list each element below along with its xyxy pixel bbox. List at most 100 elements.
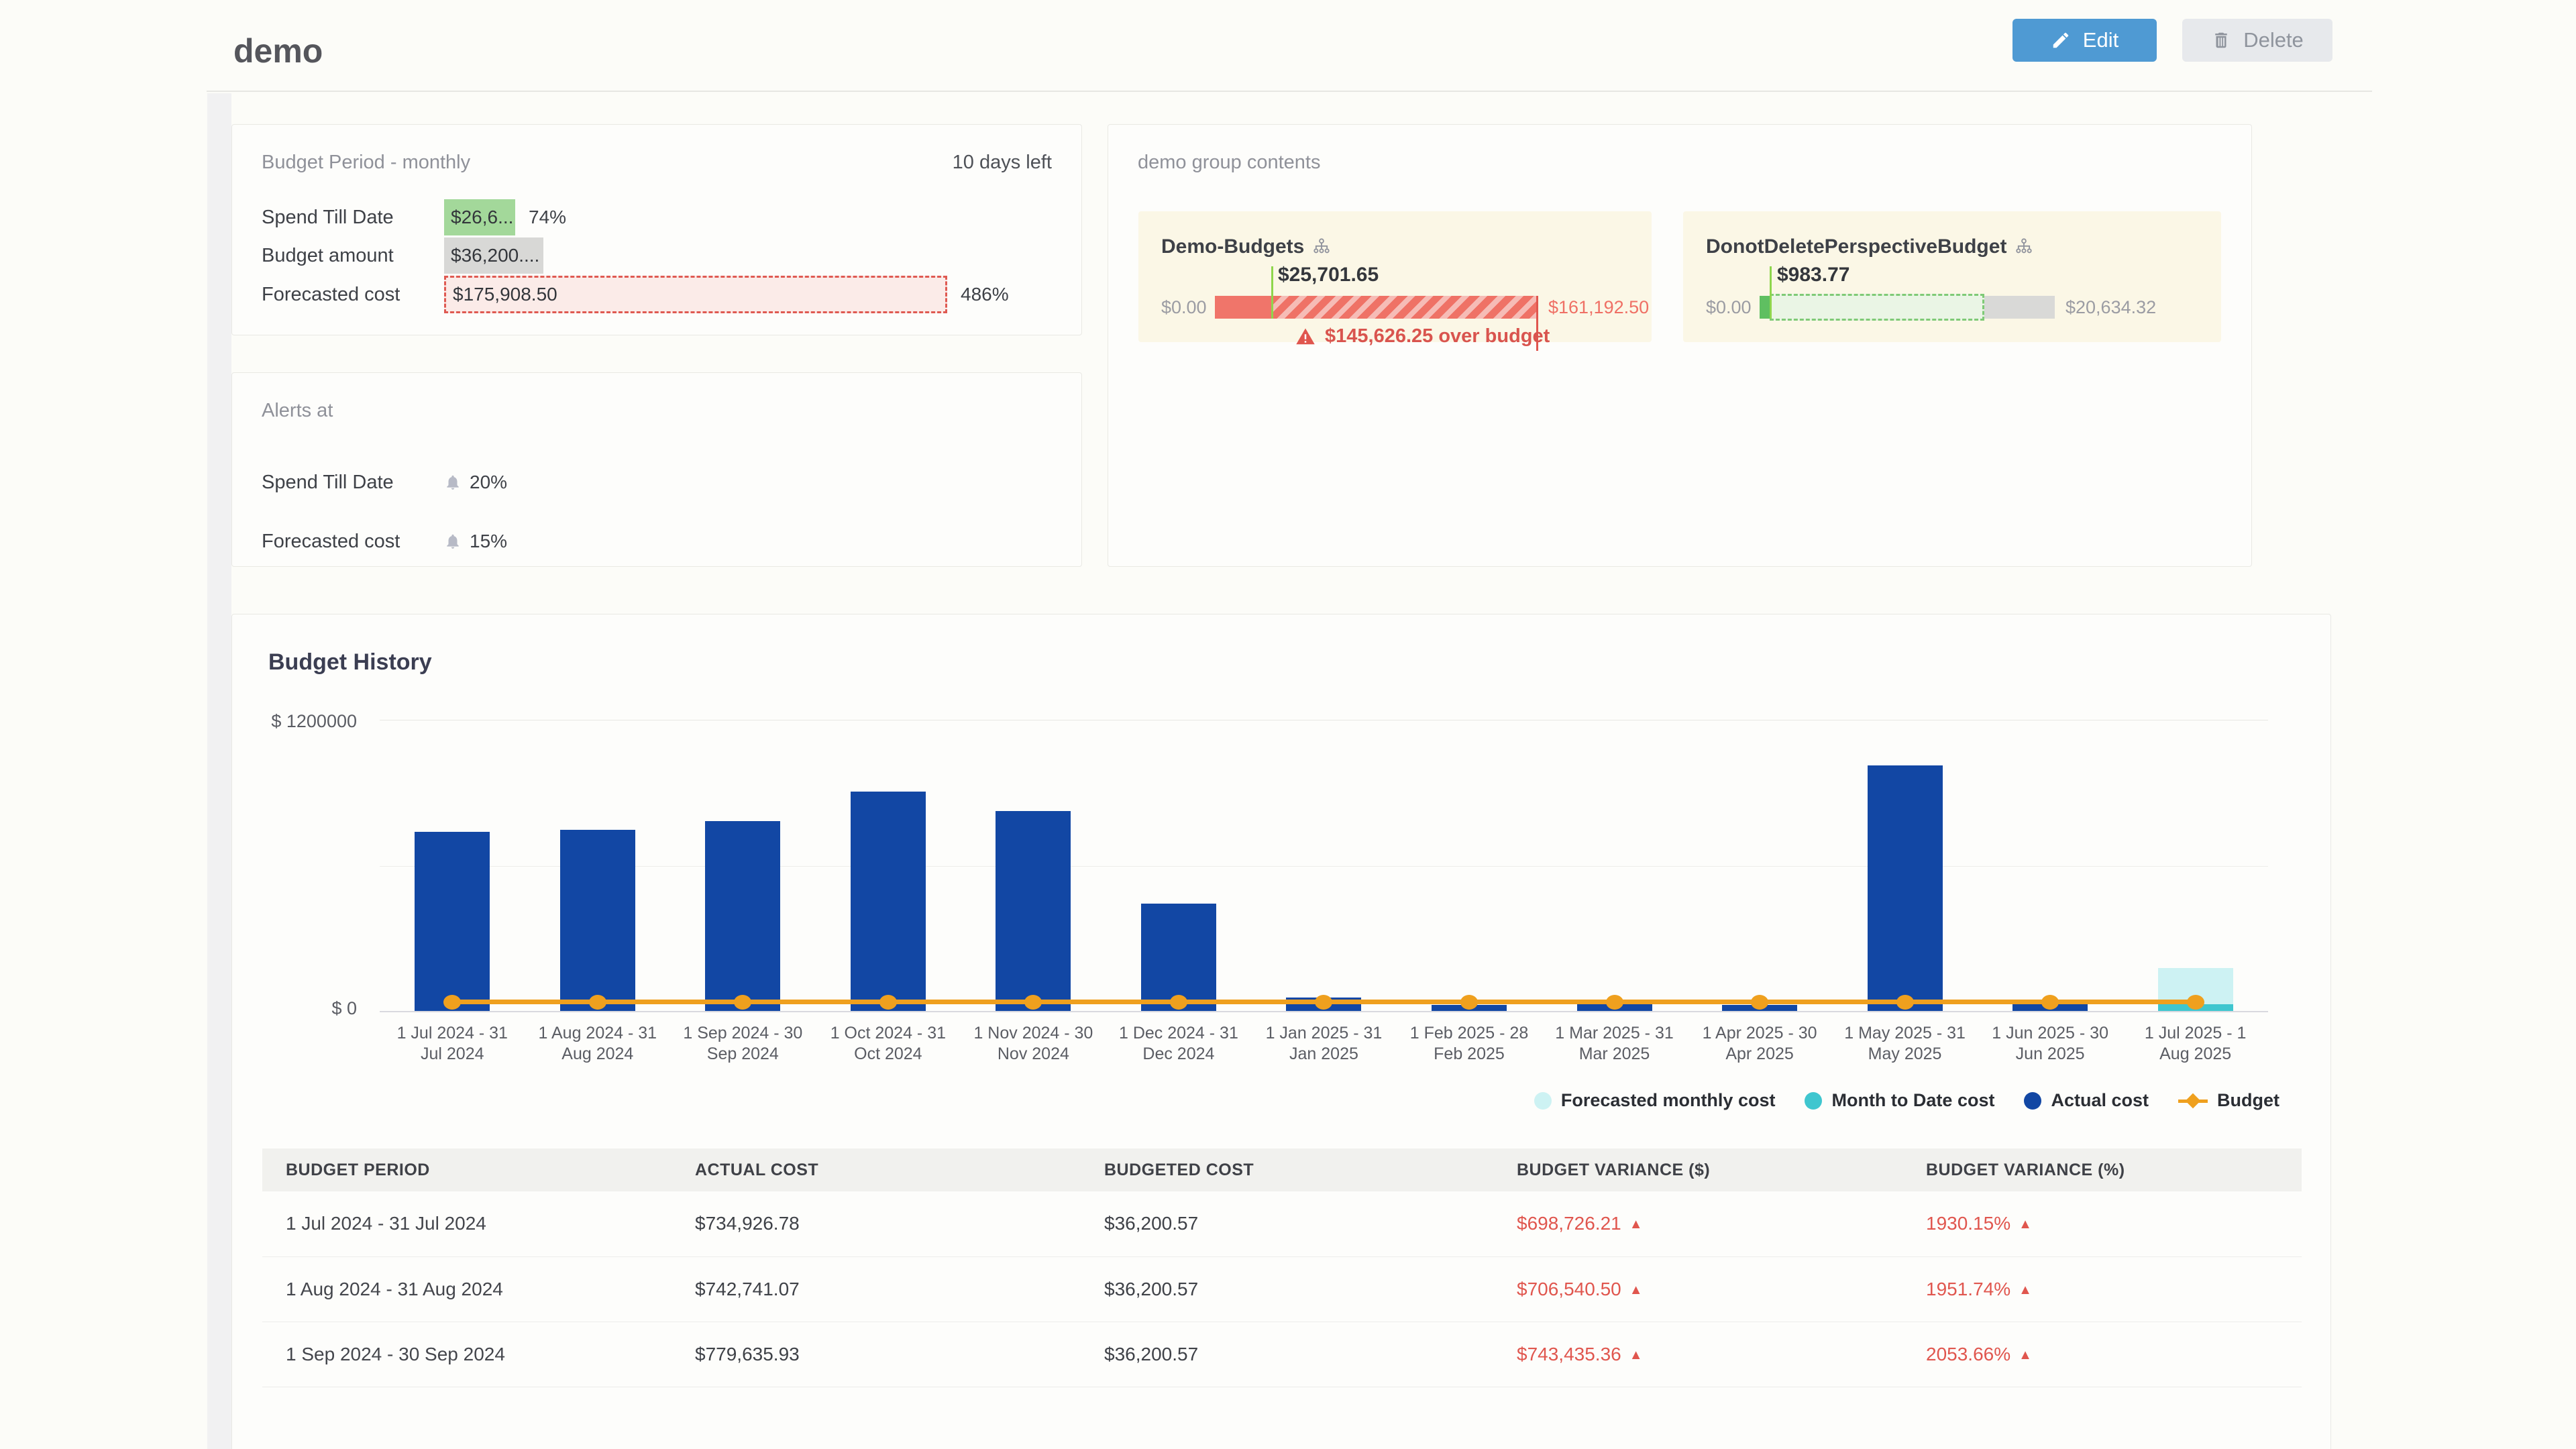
- days-left-label: 10 days left: [953, 152, 1052, 174]
- legend-item-forecasted-monthly-cost: Forecasted monthly cost: [1534, 1090, 1776, 1111]
- chart-slot: [816, 720, 961, 1011]
- x-tick-label: 1 Mar 2025 - 31 Mar 2025: [1542, 1023, 1687, 1065]
- bar-max-label: $161,192.50: [1548, 297, 1649, 318]
- budget-history-panel: Budget History $ 1200000 $ 0 1 Jul 2024 …: [231, 614, 2331, 1449]
- actual-cost-bar: [1868, 765, 1943, 1011]
- variance-usd-cell: $743,435.36▲: [1493, 1322, 1902, 1387]
- budget-item-name: DonotDeletePerspectiveBudget: [1706, 235, 2006, 258]
- over-budget-arrow-icon: ▲: [2019, 1283, 2032, 1297]
- spent-segment: [1215, 296, 1271, 319]
- edit-button[interactable]: Edit: [2012, 19, 2157, 62]
- chart-slot: [1687, 720, 1833, 1011]
- forecasted-cost-label: Forecasted cost: [262, 284, 444, 306]
- budget-line-point: [1606, 995, 1623, 1010]
- legend-item-month-to-date-cost: Month to Date cost: [1805, 1090, 1994, 1111]
- table-body: 1 Jul 2024 - 31 Jul 2024$734,926.78$36,2…: [262, 1191, 2302, 1387]
- budget-marker-value: $983.77: [1777, 264, 1849, 286]
- legend-label: Month to Date cost: [1831, 1090, 1994, 1111]
- spend-till-date-row: Spend Till Date $26,6... 74%: [232, 199, 1081, 235]
- y-axis-tick-zero: $ 0: [209, 998, 357, 1019]
- hierarchy-icon: [1312, 237, 1331, 256]
- forecast-segment: [1770, 294, 1984, 321]
- table-row: 1 Sep 2024 - 30 Sep 2024$779,635.93$36,2…: [262, 1322, 2302, 1387]
- chart-slot: [1542, 720, 1687, 1011]
- forecasted-cost-bar: $175,908.50: [444, 276, 947, 313]
- over-budget-segment: [1271, 296, 1538, 319]
- bell-icon: [444, 533, 462, 550]
- spend-till-date-label: Spend Till Date: [262, 207, 444, 229]
- budget-line-point: [1460, 995, 1478, 1010]
- chart-slot: [670, 720, 816, 1011]
- left-gutter: [207, 93, 231, 1449]
- budget-line-point: [2187, 995, 2204, 1010]
- variance-pct-cell: 2053.66%▲: [1902, 1322, 2302, 1387]
- x-tick-label: 1 Jul 2024 - 31 Jul 2024: [380, 1023, 525, 1065]
- spent-segment: [1760, 296, 1770, 319]
- toolbar: Edit Delete: [2012, 19, 2332, 62]
- budget-amount-bar: $36,200....: [444, 237, 543, 274]
- chart-slot: [380, 720, 525, 1011]
- legend-item-actual-cost: Actual cost: [2024, 1090, 2149, 1111]
- budget-line-point: [2041, 995, 2059, 1010]
- chart-slot: [2123, 720, 2268, 1011]
- budget-marker: [1770, 266, 1772, 319]
- chart-slot: [1251, 720, 1397, 1011]
- actual-cost-bar: [851, 792, 926, 1011]
- chart-legend: Forecasted monthly cost Month to Date cos…: [232, 1090, 2279, 1111]
- delete-button[interactable]: Delete: [2182, 19, 2332, 62]
- legend-circle-swatch: [1805, 1092, 1822, 1110]
- col-header-actual-cost: ACTUAL COST: [672, 1148, 1081, 1191]
- x-tick-label: 1 Jul 2025 - 1 Aug 2025: [2123, 1023, 2268, 1065]
- actual-cost-bar: [415, 832, 490, 1011]
- actual-cost-cell: $779,635.93: [672, 1322, 1081, 1387]
- summary-cards-row: Budget Period - monthly 10 days left Spe…: [231, 124, 2252, 567]
- hierarchy-icon: [2015, 237, 2033, 256]
- chart-slot: [1978, 720, 2123, 1011]
- over-budget-arrow-icon: ▲: [2019, 1217, 2032, 1232]
- over-budget-arrow-icon: ▲: [2019, 1348, 2032, 1362]
- legend-circle-swatch: [1534, 1092, 1552, 1110]
- actual-cost-bar: [560, 830, 635, 1011]
- actual-cost-bar: [705, 821, 780, 1011]
- alert-row-spend: Spend Till Date 20%: [232, 453, 1081, 512]
- legend-item-budget: Budget: [2178, 1090, 2279, 1111]
- page-header: demo Edit Delete: [207, 0, 2372, 92]
- x-tick-label: 1 Nov 2024 - 30 Nov 2024: [961, 1023, 1106, 1065]
- x-tick-label: 1 May 2025 - 31 May 2025: [1832, 1023, 1978, 1065]
- chart-plot: [380, 720, 2268, 1011]
- budget-history-title: Budget History: [268, 649, 2330, 676]
- trash-icon: [2211, 30, 2231, 50]
- variance-pct-cell: 1951.74%▲: [1902, 1256, 2302, 1322]
- alert-spend-value: 20%: [470, 472, 507, 493]
- budget-line-point: [443, 995, 461, 1010]
- table-row: 1 Jul 2024 - 31 Jul 2024$734,926.78$36,2…: [262, 1191, 2302, 1256]
- actual-cost-bar: [996, 811, 1071, 1011]
- page-title: demo: [233, 32, 323, 70]
- x-tick-label: 1 Apr 2025 - 30 Apr 2025: [1687, 1023, 1833, 1065]
- col-header-budget-period: BUDGET PERIOD: [262, 1148, 672, 1191]
- chart-xlabels: 1 Jul 2024 - 31 Jul 20241 Aug 2024 - 31 …: [380, 1023, 2268, 1065]
- group-budget-item-demo-budgets[interactable]: Demo-Budgets $0.00 $25,701.65: [1138, 211, 1652, 342]
- actual-cost-cell: $742,741.07: [672, 1256, 1081, 1322]
- period-cell: 1 Sep 2024 - 30 Sep 2024: [262, 1322, 672, 1387]
- bar-max-label: $20,634.32: [2065, 297, 2156, 318]
- x-tick-label: 1 Sep 2024 - 30 Sep 2024: [670, 1023, 816, 1065]
- alerts-card-title: Alerts at: [262, 400, 333, 422]
- group-contents-card: demo group contents Demo-Budgets $0.00: [1108, 124, 2252, 567]
- budget-line-point: [734, 995, 751, 1010]
- budget-period-card-title: Budget Period - monthly: [262, 152, 470, 174]
- budget-history-table: BUDGET PERIOD ACTUAL COST BUDGETED COST …: [262, 1148, 2302, 1387]
- over-budget-arrow-icon: ▲: [1629, 1217, 1643, 1232]
- budgeted-cost-cell: $36,200.57: [1081, 1191, 1493, 1256]
- budget-period-card: Budget Period - monthly 10 days left Spe…: [231, 124, 1082, 335]
- variance-usd-cell: $698,726.21▲: [1493, 1191, 1902, 1256]
- group-budget-item-donotdelete[interactable]: DonotDeletePerspectiveBudget $0.00 $98: [1683, 211, 2221, 342]
- legend-label: Actual cost: [2051, 1090, 2149, 1111]
- chart-slot: [1832, 720, 1978, 1011]
- forecasted-cost-row: Forecasted cost $175,908.50 486%: [232, 276, 1081, 313]
- over-budget-callout: $145,626.25 over budget: [1295, 325, 1550, 347]
- budget-line-point: [1751, 995, 1768, 1010]
- budget-item-name: Demo-Budgets: [1161, 235, 1304, 258]
- demo-budgets-progress-bar: $25,701.65 $145,626.25 over budget: [1215, 296, 1538, 319]
- budget-line-point: [879, 995, 897, 1010]
